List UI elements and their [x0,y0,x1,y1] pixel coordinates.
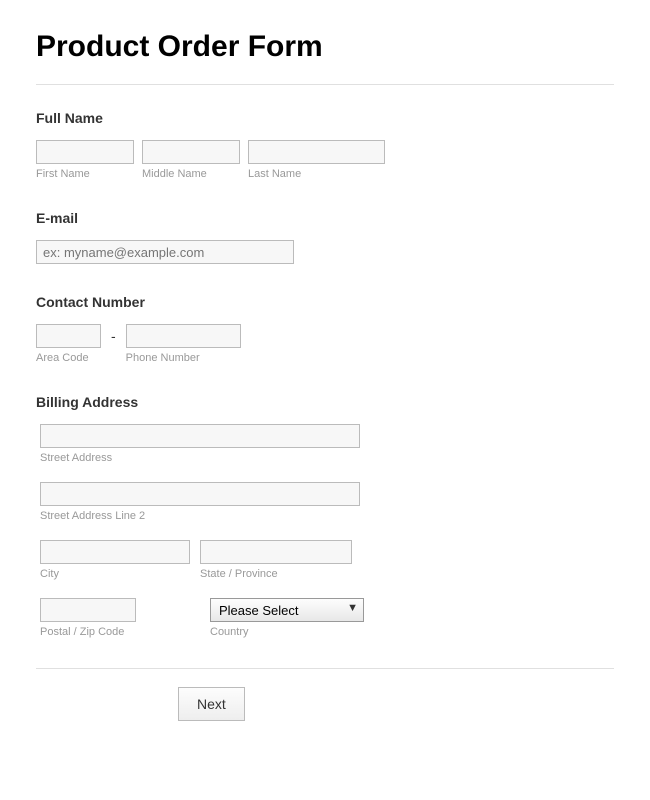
street-sublabel: Street Address [40,452,360,464]
email-input[interactable] [36,240,294,264]
country-select[interactable]: Please Select [210,598,364,622]
first-name-group: First Name [36,140,134,180]
postal-group: Postal / Zip Code [40,598,200,638]
first-name-input[interactable] [36,140,134,164]
phone-number-input[interactable] [126,324,241,348]
top-divider [36,84,614,85]
next-button[interactable]: Next [178,687,245,721]
country-sublabel: Country [210,626,364,638]
state-group: State / Province [200,540,352,580]
area-code-sublabel: Area Code [36,352,101,364]
full-name-section: Full Name First Name Middle Name Last Na… [36,110,614,180]
contact-row: Area Code - Phone Number [36,324,614,364]
phone-group: Phone Number [126,324,241,364]
street-input[interactable] [40,424,360,448]
postal-country-row: Postal / Zip Code Please Select ▼ Countr… [40,598,614,638]
street2-sublabel: Street Address Line 2 [40,510,360,522]
last-name-group: Last Name [248,140,385,180]
billing-label: Billing Address [36,394,614,410]
street2-row: Street Address Line 2 [40,482,614,522]
street2-input[interactable] [40,482,360,506]
bottom-divider [36,668,614,669]
area-code-group: Area Code [36,324,101,364]
street2-group: Street Address Line 2 [40,482,360,522]
email-label: E-mail [36,210,614,226]
full-name-row: First Name Middle Name Last Name [36,140,614,180]
phone-dash: - [111,328,116,344]
billing-section: Billing Address Street Address Street Ad… [36,394,614,638]
city-state-row: City State / Province [40,540,614,580]
postal-sublabel: Postal / Zip Code [40,626,200,638]
area-code-input[interactable] [36,324,101,348]
city-group: City [40,540,190,580]
country-group: Please Select ▼ Country [210,598,364,638]
first-name-sublabel: First Name [36,168,134,180]
postal-input[interactable] [40,598,136,622]
billing-indent: Street Address Street Address Line 2 Cit… [40,424,614,638]
phone-sublabel: Phone Number [126,352,241,364]
state-sublabel: State / Province [200,568,352,580]
email-section: E-mail [36,210,614,264]
country-select-wrap: Please Select ▼ [210,598,364,622]
street-row: Street Address [40,424,614,464]
middle-name-input[interactable] [142,140,240,164]
city-input[interactable] [40,540,190,564]
contact-label: Contact Number [36,294,614,310]
last-name-input[interactable] [248,140,385,164]
full-name-label: Full Name [36,110,614,126]
state-input[interactable] [200,540,352,564]
last-name-sublabel: Last Name [248,168,385,180]
city-sublabel: City [40,568,190,580]
street-group: Street Address [40,424,360,464]
middle-name-sublabel: Middle Name [142,168,240,180]
page-title: Product Order Form [36,30,614,64]
contact-section: Contact Number Area Code - Phone Number [36,294,614,364]
middle-name-group: Middle Name [142,140,240,180]
